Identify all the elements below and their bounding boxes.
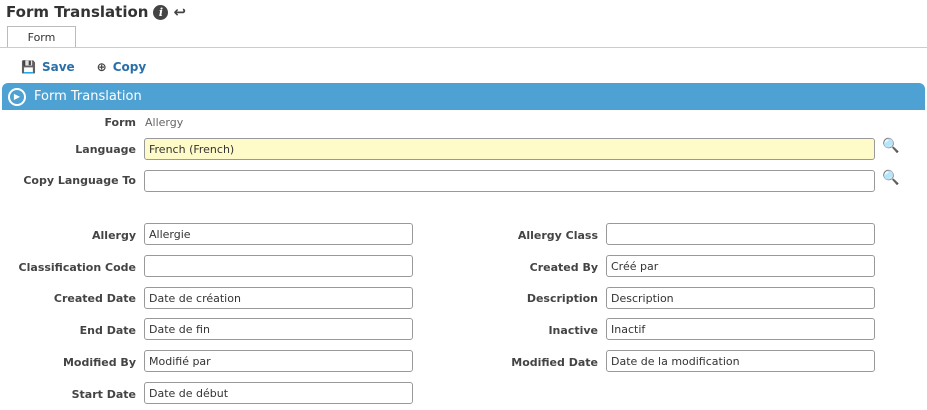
info-icon[interactable]: i <box>153 4 169 20</box>
add-circle-icon: ⊕ <box>96 60 107 74</box>
description-input[interactable] <box>606 287 875 309</box>
created-by-label: Created By <box>529 261 598 274</box>
copy-language-search-icon[interactable]: 🔍 <box>882 170 899 186</box>
form-label: Form <box>104 116 136 129</box>
toolbar: 💾 Save ⊕ Copy <box>21 60 146 74</box>
save-icon: 💾 <box>21 60 36 74</box>
description-label: Description <box>526 292 598 305</box>
created-date-input[interactable] <box>144 287 413 309</box>
created-by-input[interactable] <box>606 255 875 277</box>
classification-code-label: Classification Code <box>18 261 136 274</box>
end-date-label: End Date <box>79 324 136 337</box>
modified-date-input[interactable] <box>606 350 875 372</box>
page-title: Form Translation <box>6 3 149 21</box>
language-input[interactable] <box>144 138 875 160</box>
allergy-label: Allergy <box>92 229 136 242</box>
back-arrow-icon[interactable]: ↩ <box>173 3 186 21</box>
copy-language-input[interactable] <box>144 170 875 192</box>
modified-date-label: Modified Date <box>511 356 598 369</box>
language-search-icon[interactable]: 🔍 <box>882 138 899 154</box>
allergy-input[interactable] <box>144 223 413 245</box>
page-title-bar: Form Translation i ↩ <box>6 3 186 21</box>
end-date-input[interactable] <box>144 318 413 340</box>
section-header[interactable]: ▶ Form Translation <box>2 83 925 110</box>
modified-by-label: Modified By <box>62 356 136 369</box>
tab-divider <box>0 47 927 48</box>
language-label: Language <box>75 143 136 156</box>
start-date-label: Start Date <box>71 388 136 401</box>
save-button[interactable]: 💾 Save <box>21 60 75 74</box>
form-value: Allergy <box>145 116 184 129</box>
inactive-label: Inactive <box>548 324 598 337</box>
allergy-class-label: Allergy Class <box>517 229 598 242</box>
created-date-label: Created Date <box>53 292 136 305</box>
section-title: Form Translation <box>34 89 142 104</box>
inactive-input[interactable] <box>606 318 875 340</box>
start-date-input[interactable] <box>144 382 413 404</box>
modified-by-input[interactable] <box>144 350 413 372</box>
play-circle-icon[interactable]: ▶ <box>8 87 26 106</box>
save-label: Save <box>41 60 75 74</box>
copy-button[interactable]: ⊕ Copy <box>97 60 147 74</box>
tab-form[interactable]: Form <box>7 26 76 48</box>
allergy-class-input[interactable] <box>606 223 875 245</box>
copy-language-label: Copy Language To <box>23 174 136 187</box>
copy-label: Copy <box>112 60 147 74</box>
classification-code-input[interactable] <box>144 255 413 277</box>
